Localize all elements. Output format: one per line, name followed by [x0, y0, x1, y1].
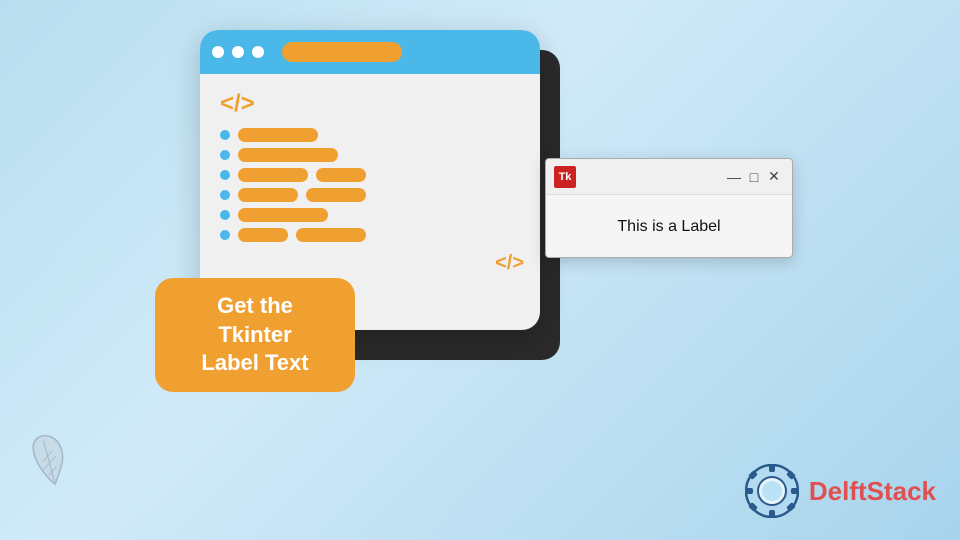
delftstack-gear-icon — [745, 464, 799, 518]
bar-4a — [238, 188, 298, 202]
dot-3 — [252, 46, 264, 58]
bullet-3 — [220, 170, 230, 180]
orange-badge: Get the TkinterLabel Text — [155, 278, 355, 392]
delftstack-logo: DelftStack — [745, 464, 936, 518]
badge-text: Get the TkinterLabel Text — [179, 292, 331, 378]
bullet-1 — [220, 130, 230, 140]
tkinter-titlebar: Tk — □ ✕ — [546, 159, 792, 195]
tkinter-label: This is a Label — [546, 195, 792, 259]
bar-4b — [306, 188, 366, 202]
bar-6a — [238, 228, 288, 242]
code-line-1 — [220, 128, 318, 142]
tkinter-logo-icon: Tk — [554, 166, 576, 188]
close-button[interactable]: ✕ — [764, 167, 784, 187]
maximize-button[interactable]: □ — [744, 167, 764, 187]
code-line-5 — [220, 208, 328, 222]
bar-3a — [238, 168, 308, 182]
editor-titlebar — [200, 30, 540, 74]
code-line-3 — [220, 168, 366, 182]
bullet-5 — [220, 210, 230, 220]
code-line-2 — [220, 148, 338, 162]
bar-2 — [238, 148, 338, 162]
bar-1 — [238, 128, 318, 142]
code-line-4 — [220, 188, 366, 202]
bar-3b — [316, 168, 366, 182]
editor-body: </> — [200, 74, 540, 291]
dot-1 — [212, 46, 224, 58]
minimize-button[interactable]: — — [724, 167, 744, 187]
search-bar — [282, 42, 402, 62]
dot-2 — [232, 46, 244, 58]
code-icon-bottom: </> — [495, 252, 524, 275]
tkinter-window: Tk — □ ✕ This is a Label — [545, 158, 793, 258]
bullet-4 — [220, 190, 230, 200]
stack-part: Stack — [867, 476, 936, 506]
delft-part: Delft — [809, 476, 867, 506]
bar-6b — [296, 228, 366, 242]
bar-5 — [238, 208, 328, 222]
bullet-2 — [220, 150, 230, 160]
code-icon-top: </> — [220, 90, 255, 118]
bullet-6 — [220, 230, 230, 240]
delftstack-name: DelftStack — [809, 476, 936, 507]
code-line-6 — [220, 228, 366, 242]
